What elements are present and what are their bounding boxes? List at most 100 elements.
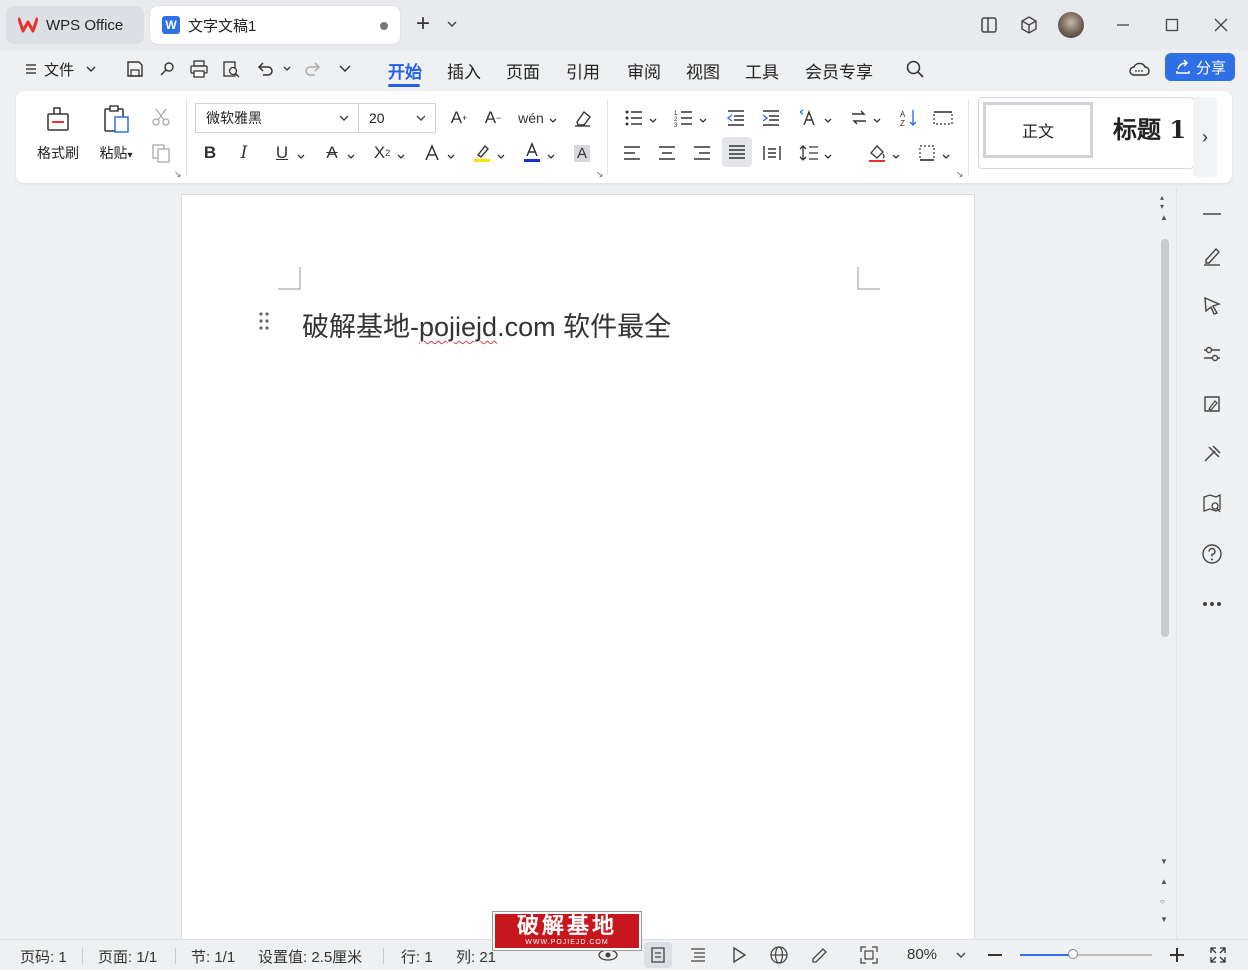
tab-references[interactable]: 引用 [566, 58, 600, 83]
numbered-list-icon[interactable]: 123 [671, 106, 697, 130]
justify-icon[interactable] [722, 137, 752, 167]
pen-edit-icon[interactable] [808, 944, 830, 966]
pen-icon[interactable] [1199, 243, 1225, 269]
file-menu[interactable]: 文件 [44, 59, 74, 80]
scroll-prev-page-icon[interactable]: ▴ ▾ [1160, 193, 1164, 211]
outline-view-icon[interactable] [687, 944, 709, 966]
tab-document[interactable]: W 文字文稿1 [150, 6, 400, 44]
scrollbar-thumb[interactable] [1161, 239, 1169, 637]
chevron-down-icon[interactable] [823, 149, 833, 159]
document-paragraph[interactable]: 破解基地-pojiejd.com 软件最全 [302, 305, 671, 344]
chevron-down-icon[interactable] [648, 113, 658, 123]
collapse-sidebar-icon[interactable] [1199, 201, 1225, 227]
tab-view[interactable]: 视图 [686, 58, 720, 83]
sort-icon[interactable]: AZ [896, 106, 922, 130]
save-icon[interactable] [124, 58, 146, 80]
font-name-select[interactable]: 微软雅黑 [195, 103, 359, 133]
document-page[interactable]: 破解基地-pojiejd.com 软件最全 [181, 194, 975, 954]
font-size-select[interactable]: 20 [358, 103, 436, 133]
distributed-align-icon[interactable] [759, 141, 785, 165]
paragraph-dialog-icon[interactable]: ↘ [956, 169, 964, 180]
select-browse-object-icon[interactable]: ○ [1160, 897, 1165, 906]
print-preview-icon[interactable] [220, 58, 242, 80]
share-button[interactable]: 分享 [1165, 53, 1235, 81]
fit-screen-icon[interactable] [858, 944, 880, 966]
style-normal[interactable]: 正文 [983, 102, 1093, 158]
cloud-sync-icon[interactable] [1128, 58, 1150, 80]
align-center-icon[interactable] [654, 141, 680, 165]
superscript-button[interactable]: X2 [369, 141, 395, 165]
more-icon[interactable] [1199, 591, 1225, 617]
status-line[interactable]: 行: 1 [401, 946, 433, 967]
chevron-down-icon[interactable] [276, 58, 298, 80]
underline-button[interactable]: U [269, 141, 295, 165]
misspelled-word[interactable]: pojiejd [419, 312, 497, 342]
font-dialog-icon[interactable]: ↘ [596, 169, 604, 180]
fullscreen-icon[interactable] [1207, 944, 1229, 966]
chevron-down-icon[interactable] [950, 944, 972, 966]
shrink-font-icon[interactable]: A − [480, 106, 506, 130]
paste-button[interactable]: 粘贴▾ [90, 103, 142, 163]
tab-insert[interactable]: 插入 [447, 58, 481, 83]
adjust-settings-icon[interactable] [1199, 341, 1225, 367]
styles-next-button[interactable]: › [1193, 97, 1217, 177]
status-section[interactable]: 节: 1/1 [191, 946, 235, 967]
shape-edit-icon[interactable] [1199, 391, 1225, 417]
zoom-level[interactable]: 80% [907, 946, 937, 963]
align-left-icon[interactable] [619, 141, 645, 165]
status-column[interactable]: 列: 21 [456, 946, 496, 967]
more-chevron-icon[interactable] [334, 58, 356, 80]
select-cursor-icon[interactable] [1199, 293, 1225, 319]
borders-icon[interactable] [914, 141, 940, 165]
maximize-icon[interactable] [1161, 14, 1183, 36]
chevron-down-icon[interactable] [823, 113, 833, 123]
zoom-slider-handle[interactable] [1068, 949, 1078, 959]
cut-icon[interactable] [148, 105, 174, 129]
strikethrough-button[interactable]: A [319, 141, 345, 165]
chevron-down-icon[interactable] [296, 149, 306, 159]
new-tab-button[interactable]: + [416, 12, 430, 36]
clear-format-icon[interactable] [569, 106, 595, 130]
show-marks-icon[interactable] [930, 106, 956, 130]
status-page-number[interactable]: 页码: 1 [20, 946, 67, 967]
avatar[interactable] [1058, 12, 1084, 38]
search-icon[interactable] [904, 58, 926, 80]
align-right-icon[interactable] [689, 141, 715, 165]
shading-icon[interactable] [864, 141, 890, 165]
tab-page[interactable]: 页面 [506, 58, 540, 83]
page-view-button[interactable] [644, 942, 672, 968]
minimize-icon[interactable] [1112, 14, 1134, 36]
text-effect-icon[interactable] [419, 141, 445, 165]
tab-home[interactable]: 开始 [388, 58, 422, 83]
tab-wps-home[interactable]: WPS Office [6, 6, 144, 44]
scroll-up-arrow-icon[interactable]: ▲ [1160, 213, 1168, 222]
chevron-down-icon[interactable] [80, 58, 102, 80]
decrease-indent-icon[interactable] [723, 106, 749, 130]
prev-page-icon[interactable]: ▲ [1160, 877, 1168, 886]
zoom-out-icon[interactable] [984, 944, 1006, 966]
status-pages[interactable]: 页面: 1/1 [98, 946, 157, 967]
chevron-down-icon[interactable] [396, 149, 406, 159]
zoom-in-icon[interactable] [1166, 944, 1188, 966]
increase-indent-icon[interactable] [758, 106, 784, 130]
tab-review[interactable]: 审阅 [627, 58, 661, 83]
close-icon[interactable] [1210, 14, 1232, 36]
hamburger-icon[interactable] [20, 58, 42, 80]
undo-icon[interactable] [254, 58, 276, 80]
chevron-down-icon[interactable] [941, 149, 951, 159]
italic-button[interactable]: I [231, 141, 257, 165]
chevron-down-icon[interactable] [446, 149, 456, 159]
chevron-down-icon[interactable] [698, 113, 708, 123]
tools-icon[interactable] [1199, 441, 1225, 467]
chevron-down-icon[interactable] [548, 113, 558, 123]
text-flow-icon[interactable] [846, 106, 872, 130]
zoom-slider[interactable] [1020, 949, 1152, 959]
link-icon[interactable] [156, 58, 178, 80]
phonetic-guide-icon[interactable]: wén [518, 106, 544, 130]
tab-member[interactable]: 会员专享 [805, 58, 873, 83]
chevron-down-icon[interactable] [872, 113, 882, 123]
chevron-down-icon[interactable] [496, 149, 506, 159]
font-color-icon[interactable] [519, 141, 545, 165]
line-spacing-icon[interactable] [796, 141, 822, 165]
book-search-icon[interactable] [1199, 491, 1225, 517]
